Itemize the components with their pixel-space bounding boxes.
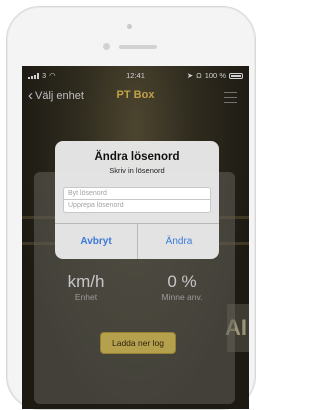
dialog-message: Skriv in lösenord	[109, 166, 165, 175]
new-password-field[interactable]: Byt lösenord	[63, 187, 211, 200]
cancel-button[interactable]: Avbryt	[55, 224, 137, 259]
sensor-dot	[103, 43, 110, 50]
repeat-password-field[interactable]: Upprepa lösenord	[63, 200, 211, 213]
earpiece-speaker	[119, 45, 157, 49]
change-password-dialog: Ändra lösenord Skriv in lösenord Byt lös…	[55, 141, 219, 259]
app-screen: AI 3 ◠ 12:41 ➤ Ω 100 % ‹ Välj enhet PT B…	[22, 66, 249, 409]
change-button[interactable]: Ändra	[138, 224, 219, 259]
dialog-title: Ändra lösenord	[94, 151, 180, 163]
front-camera	[127, 24, 132, 29]
